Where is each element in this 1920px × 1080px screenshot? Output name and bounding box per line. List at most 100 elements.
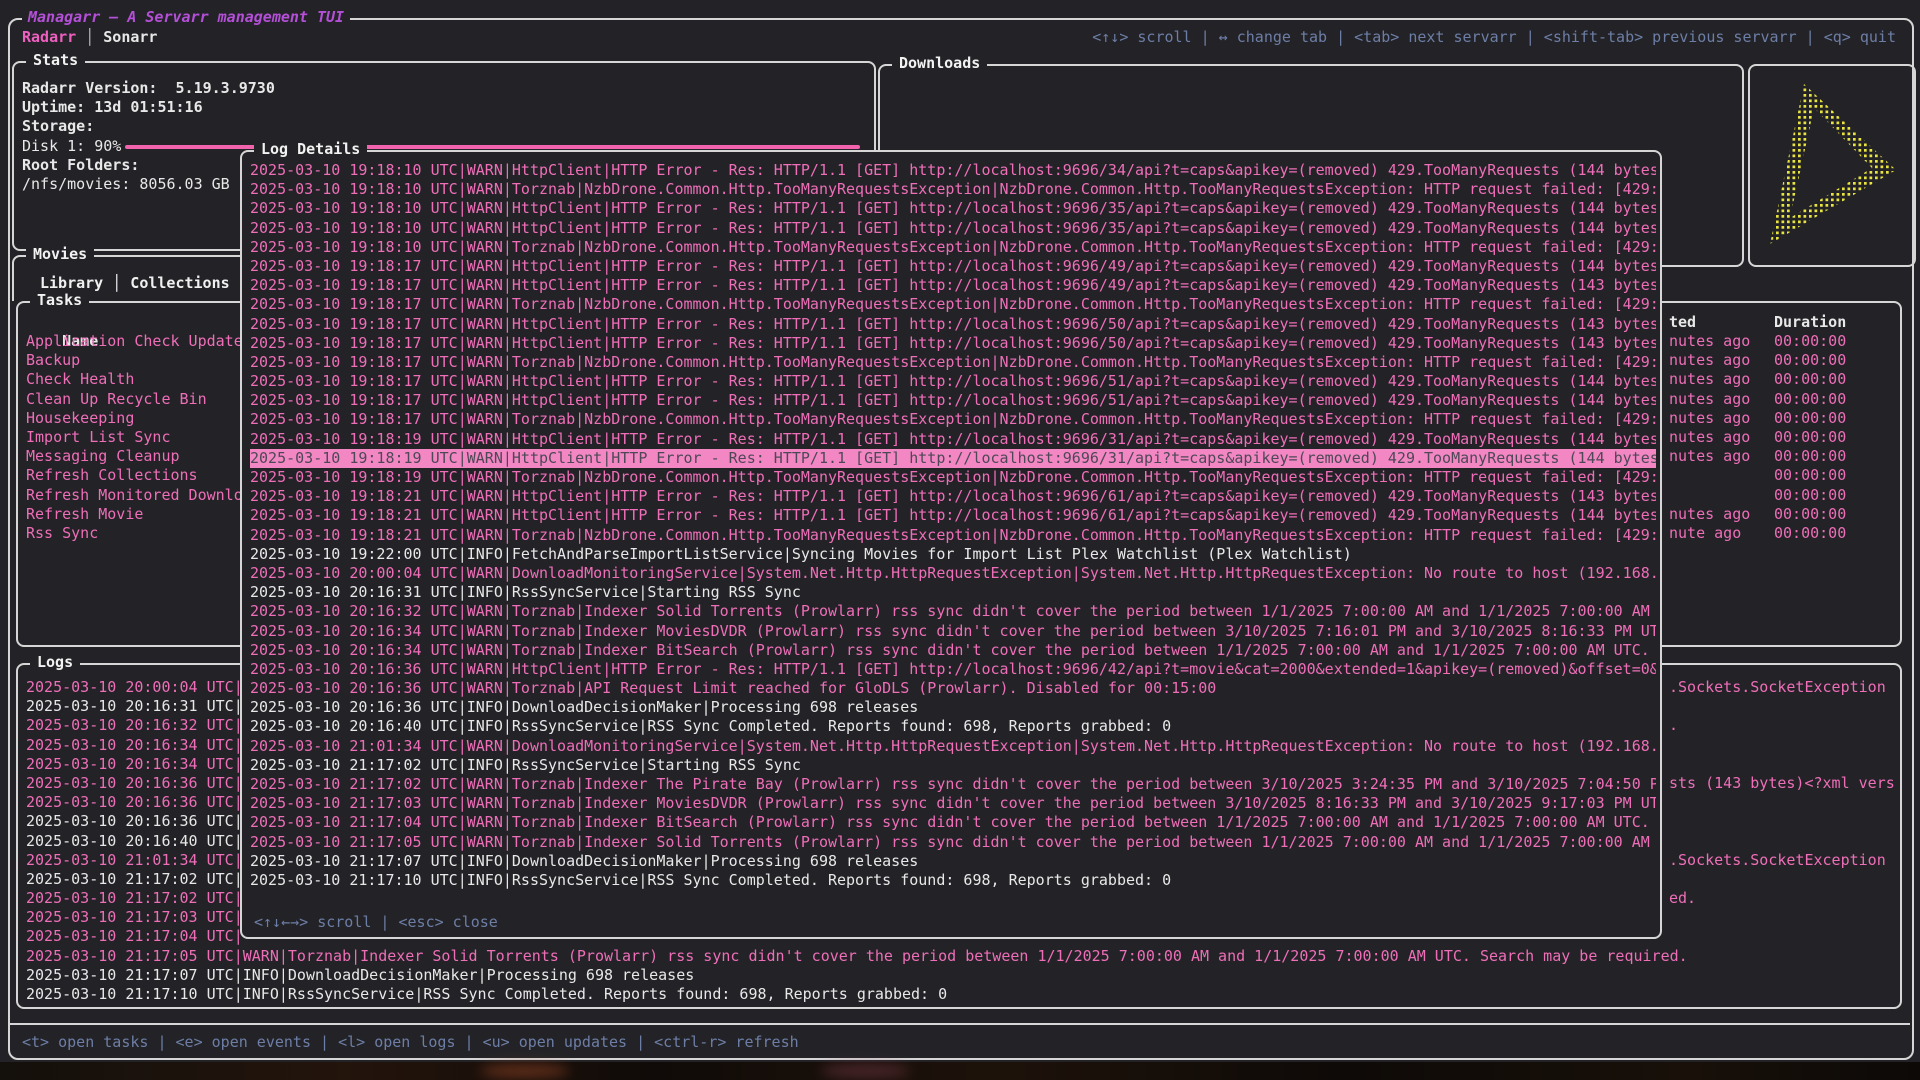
wallpaper-glow [820, 1064, 910, 1078]
modal-log-line[interactable]: 2025-03-10 19:18:10 UTC|WARN|Torznab|Nzb… [250, 238, 1656, 257]
log-row-right-fragment: ed. [1669, 889, 1696, 908]
tab-radarr[interactable]: Radarr [22, 28, 76, 46]
log-row-right-fragment: .Sockets.SocketException ( [1669, 851, 1896, 870]
log-row-left: 2025-03-10 21:17:04 UTC| [26, 927, 243, 945]
tab-separator: │ [76, 28, 103, 46]
log-row-right-fragment: .Sockets.SocketException ( [1669, 678, 1896, 697]
task-name: Import List Sync [26, 428, 171, 446]
task-duration: 00:00:00 [1774, 390, 1846, 409]
log-row[interactable]: 2025-03-10 21:17:05 UTC|WARN|Torznab|Ind… [26, 947, 1896, 966]
modal-log-line[interactable]: 2025-03-10 19:18:17 UTC|WARN|Torznab|Nzb… [250, 353, 1656, 372]
modal-log-line[interactable]: 2025-03-10 19:18:17 UTC|WARN|Torznab|Nzb… [250, 295, 1656, 314]
modal-log-line[interactable]: 2025-03-10 19:18:19 UTC|WARN|HttpClient|… [250, 430, 1656, 449]
modal-log-line[interactable]: 2025-03-10 19:18:17 UTC|WARN|HttpClient|… [250, 334, 1656, 353]
log-row-left: 2025-03-10 21:17:07 UTC|INFO|DownloadDec… [26, 966, 694, 984]
modal-log-line[interactable]: 2025-03-10 19:18:17 UTC|WARN|HttpClient|… [250, 372, 1656, 391]
modal-log-line[interactable]: 2025-03-10 21:17:10 UTC|INFO|RssSyncServ… [250, 871, 1656, 890]
task-duration: 00:00:00 [1774, 351, 1846, 370]
top-keybind-help: <↑↓> scroll | ↔ change tab | <tab> next … [1092, 28, 1896, 47]
stats-line: Radarr Version: 5.19.3.9730 [22, 79, 868, 98]
modal-log-line[interactable]: 2025-03-10 20:16:36 UTC|WARN|HttpClient|… [250, 660, 1656, 679]
modal-log-line[interactable]: 2025-03-10 21:17:02 UTC|INFO|RssSyncServ… [250, 756, 1656, 775]
log-row-left: 2025-03-10 20:16:34 UTC| [26, 736, 243, 754]
task-name: Application Check Update [26, 332, 243, 350]
modal-log-line[interactable]: 2025-03-10 19:18:17 UTC|WARN|HttpClient|… [250, 391, 1656, 410]
modal-log-line[interactable]: 2025-03-10 19:18:21 UTC|WARN|HttpClient|… [250, 487, 1656, 506]
task-last-executed: nutes ago [1669, 332, 1750, 351]
modal-log-line[interactable]: 2025-03-10 20:16:32 UTC|WARN|Torznab|Ind… [250, 602, 1656, 621]
log-row-left: 2025-03-10 21:17:02 UTC| [26, 870, 243, 888]
logs-panel-title: Logs [30, 653, 80, 672]
modal-log-line[interactable]: 2025-03-10 19:18:17 UTC|WARN|Torznab|Nzb… [250, 410, 1656, 429]
task-last-executed: nute ago [1669, 524, 1741, 543]
tab-sonarr[interactable]: Sonarr [103, 28, 157, 46]
log-row-left: 2025-03-10 20:16:32 UTC| [26, 716, 243, 734]
task-last-executed: nutes ago [1669, 409, 1750, 428]
modal-keybind-help: <↑↓←→> scroll | <esc> close [254, 913, 498, 932]
modal-log-line[interactable]: 2025-03-10 20:00:04 UTC|WARN|DownloadMon… [250, 564, 1656, 583]
modal-log-line[interactable]: 2025-03-10 19:18:10 UTC|WARN|Torznab|Nzb… [250, 180, 1656, 199]
movies-panel-title: Movies [26, 245, 94, 264]
modal-log-line[interactable]: 2025-03-10 19:18:21 UTC|WARN|Torznab|Nzb… [250, 526, 1656, 545]
log-row-left: 2025-03-10 20:16:36 UTC| [26, 812, 243, 830]
log-row-left: 2025-03-10 20:16:36 UTC| [26, 774, 243, 792]
modal-log-line[interactable]: 2025-03-10 21:17:03 UTC|WARN|Torznab|Ind… [250, 794, 1656, 813]
wallpaper-glow [480, 1064, 570, 1078]
task-duration: 00:00:00 [1774, 505, 1846, 524]
log-row-left: 2025-03-10 20:16:36 UTC| [26, 793, 243, 811]
modal-log-line[interactable]: 2025-03-10 21:17:02 UTC|WARN|Torznab|Ind… [250, 775, 1656, 794]
modal-log-line[interactable]: 2025-03-10 19:18:17 UTC|WARN|HttpClient|… [250, 315, 1656, 334]
modal-log-line[interactable]: 2025-03-10 19:18:10 UTC|WARN|HttpClient|… [250, 161, 1656, 180]
task-duration: 00:00:00 [1774, 486, 1846, 505]
modal-log-line[interactable]: 2025-03-10 19:18:17 UTC|WARN|HttpClient|… [250, 276, 1656, 295]
task-name: Check Health [26, 370, 134, 388]
task-name: Clean Up Recycle Bin [26, 390, 207, 408]
modal-log-line[interactable]: 2025-03-10 20:16:36 UTC|INFO|DownloadDec… [250, 698, 1656, 717]
tasks-col-duration: Duration [1774, 313, 1846, 332]
task-last-executed: nutes ago [1669, 370, 1750, 389]
modal-log-line[interactable]: 2025-03-10 20:16:34 UTC|WARN|Torznab|Ind… [250, 641, 1656, 660]
task-name: Refresh Movie [26, 505, 143, 523]
task-name: Messaging Cleanup [26, 447, 180, 465]
stats-line: Uptime: 13d 01:51:16 [22, 98, 868, 117]
task-last-executed: nutes ago [1669, 505, 1750, 524]
log-row[interactable]: 2025-03-10 21:17:10 UTC|INFO|RssSyncServ… [26, 985, 1896, 1003]
task-duration: 00:00:00 [1774, 428, 1846, 447]
task-name: Refresh Collections [26, 466, 198, 484]
stats-panel-title: Stats [26, 51, 85, 70]
log-row-left: 2025-03-10 21:17:05 UTC|WARN|Torznab|Ind… [26, 947, 1688, 965]
modal-log-line[interactable]: 2025-03-10 20:16:34 UTC|WARN|Torznab|Ind… [250, 622, 1656, 641]
downloads-panel-title: Downloads [892, 54, 987, 73]
task-last-executed: nutes ago [1669, 351, 1750, 370]
modal-log-line[interactable]: 2025-03-10 19:18:19 UTC|WARN|HttpClient|… [250, 449, 1656, 468]
servarr-tabs: Radarr │ Sonarr [22, 28, 157, 47]
log-row-left: 2025-03-10 20:00:04 UTC| [26, 678, 243, 696]
modal-log-line[interactable]: 2025-03-10 20:16:31 UTC|INFO|RssSyncServ… [250, 583, 1656, 602]
log-row-left: 2025-03-10 21:17:10 UTC|INFO|RssSyncServ… [26, 985, 947, 1003]
modal-log-line[interactable]: 2025-03-10 21:01:34 UTC|WARN|DownloadMon… [250, 737, 1656, 756]
log-row-right-fragment: . [1669, 716, 1678, 735]
log-row[interactable]: 2025-03-10 21:17:07 UTC|INFO|DownloadDec… [26, 966, 1896, 985]
modal-log-line[interactable]: 2025-03-10 20:16:36 UTC|WARN|Torznab|API… [250, 679, 1656, 698]
log-row-left: 2025-03-10 20:16:31 UTC| [26, 697, 243, 715]
modal-log-line[interactable]: 2025-03-10 19:18:10 UTC|WARN|HttpClient|… [250, 219, 1656, 238]
app-title: Managarr — A Servarr management TUI [22, 8, 350, 27]
modal-log-line[interactable]: 2025-03-10 20:16:40 UTC|INFO|RssSyncServ… [250, 717, 1656, 736]
log-row-left: 2025-03-10 21:01:34 UTC| [26, 851, 243, 869]
modal-log-line[interactable]: 2025-03-10 21:17:07 UTC|INFO|DownloadDec… [250, 852, 1656, 871]
modal-log-line[interactable]: 2025-03-10 21:17:04 UTC|WARN|Torznab|Ind… [250, 813, 1656, 832]
managarr-triangle-logo-icon [1764, 82, 1900, 248]
task-name: Housekeeping [26, 409, 134, 427]
task-last-executed: nutes ago [1669, 390, 1750, 409]
modal-log-line[interactable]: 2025-03-10 19:18:21 UTC|WARN|HttpClient|… [250, 506, 1656, 525]
modal-log-line[interactable]: 2025-03-10 19:18:19 UTC|WARN|Torznab|Nzb… [250, 468, 1656, 487]
modal-log-line[interactable]: 2025-03-10 19:18:10 UTC|WARN|HttpClient|… [250, 199, 1656, 218]
task-duration: 00:00:00 [1774, 332, 1846, 351]
desktop-wallpaper-strip [0, 1062, 1920, 1080]
modal-log-line[interactable]: 2025-03-10 19:18:17 UTC|WARN|HttpClient|… [250, 257, 1656, 276]
stats-line: Storage: [22, 117, 868, 136]
log-details-lines: 2025-03-10 19:18:10 UTC|WARN|HttpClient|… [250, 161, 1656, 907]
modal-log-line[interactable]: 2025-03-10 21:17:05 UTC|WARN|Torznab|Ind… [250, 833, 1656, 852]
modal-log-line[interactable]: 2025-03-10 19:22:00 UTC|INFO|FetchAndPar… [250, 545, 1656, 564]
task-name: Rss Sync [26, 524, 98, 542]
